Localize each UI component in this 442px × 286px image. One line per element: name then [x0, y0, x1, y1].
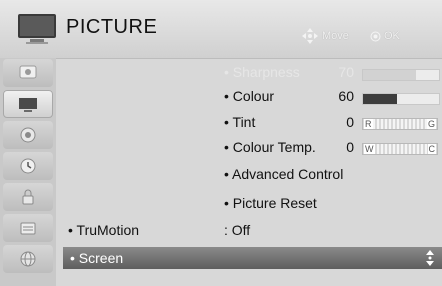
picture-sound-icon — [19, 65, 37, 79]
ok-button-icon — [370, 31, 381, 42]
lock-icon — [22, 189, 34, 205]
colour-bar-fill — [363, 94, 398, 104]
category-sidebar — [0, 58, 56, 286]
sidebar-item-option[interactable] — [3, 214, 53, 242]
ok-hint-label: OK — [384, 30, 400, 42]
screen-label: • Screen — [70, 250, 124, 266]
page-title: PICTURE — [66, 16, 158, 38]
sharpness-bar — [362, 69, 440, 81]
trumotion-value: : Off — [224, 222, 251, 238]
sidebar-item-lock[interactable] — [3, 183, 53, 211]
colour-label: • Colour — [224, 88, 275, 104]
colour-temp-balance-bar: W C — [362, 143, 438, 155]
move-hint-label: Move — [322, 30, 349, 42]
menu-item-colour-temp[interactable]: • Colour Temp. 0 W C — [224, 139, 442, 159]
menu-item-sharpness[interactable]: • Sharpness 70 — [224, 64, 442, 84]
sidebar-item-time[interactable] — [3, 152, 53, 180]
sidebar-item-picture[interactable] — [3, 90, 53, 118]
menu-item-trumotion[interactable]: • TruMotion : Off — [68, 222, 442, 242]
picture-menu-panel: PICTURE Move OK • Sharpness 70 • Colour … — [0, 0, 442, 286]
colour-temp-label: • Colour Temp. — [224, 139, 316, 155]
menu-item-advanced-control[interactable]: • Advanced Control — [224, 166, 442, 186]
menu-header: PICTURE Move OK — [0, 0, 442, 59]
trumotion-label: • TruMotion — [68, 222, 140, 238]
network-icon — [20, 251, 36, 267]
up-down-arrows-icon — [426, 250, 434, 266]
picture-reset-label: • Picture Reset — [224, 195, 317, 211]
menu-item-tint[interactable]: • Tint 0 R G — [224, 114, 442, 134]
colour-temp-left-end: W — [364, 144, 375, 154]
colour-value: 60 — [338, 88, 354, 104]
colour-temp-right-end: C — [427, 144, 436, 154]
audio-icon — [20, 127, 36, 143]
tint-left-end: R — [364, 119, 373, 129]
move-arrows-icon — [302, 28, 318, 44]
tint-label: • Tint — [224, 114, 256, 130]
sharpness-value: 70 — [338, 64, 354, 80]
tv-icon — [18, 14, 56, 44]
tint-right-end: G — [426, 119, 436, 129]
tint-balance-bar: R G — [362, 118, 438, 130]
menu-item-colour[interactable]: • Colour 60 — [224, 88, 442, 108]
sharpness-label: • Sharpness — [224, 64, 300, 80]
menu-item-picture-reset[interactable]: • Picture Reset — [224, 195, 442, 215]
tv-picture-icon — [19, 98, 37, 112]
option-icon — [20, 222, 36, 235]
advanced-control-label: • Advanced Control — [224, 166, 344, 182]
sidebar-item-picture-sound[interactable] — [3, 59, 53, 87]
clock-icon — [20, 158, 36, 174]
sidebar-item-audio[interactable] — [3, 121, 53, 149]
sidebar-item-network[interactable] — [3, 245, 53, 273]
colour-temp-value: 0 — [346, 139, 354, 155]
colour-bar — [362, 93, 440, 105]
sharpness-bar-fill — [363, 70, 417, 80]
tint-value: 0 — [346, 114, 354, 130]
menu-item-screen[interactable]: • Screen — [63, 247, 442, 269]
